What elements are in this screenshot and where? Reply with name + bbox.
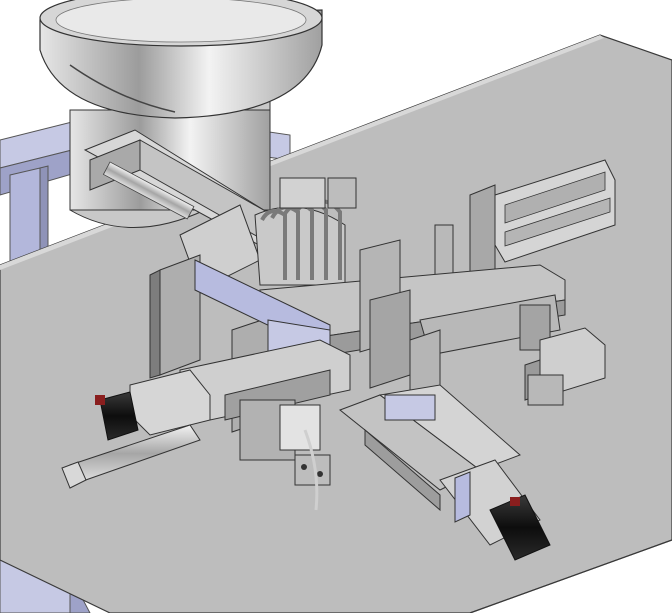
cad-assembly-scene <box>0 0 672 613</box>
